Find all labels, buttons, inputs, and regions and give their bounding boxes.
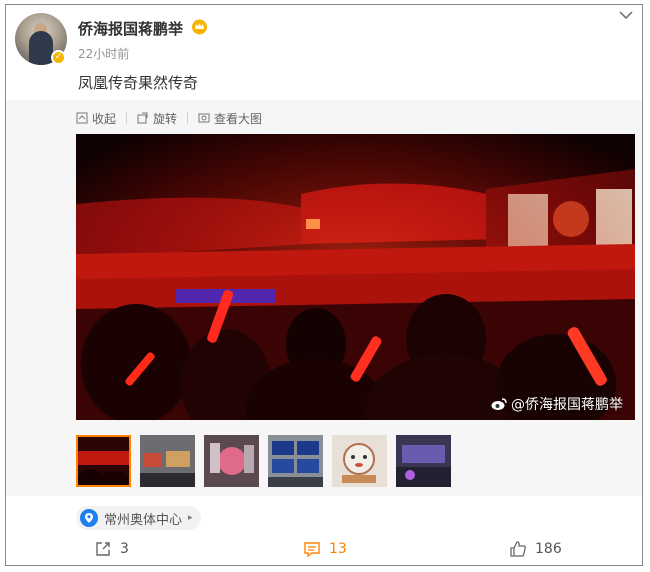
- chevron-down-icon[interactable]: [619, 10, 633, 20]
- like-count: 186: [535, 541, 562, 557]
- concert-photo[interactable]: @侨海报国蒋鹏举: [76, 134, 635, 420]
- media-area: 收起 旋转 查看大图 @侨海报国蒋鹏举: [6, 100, 642, 496]
- location-pin-icon: [80, 509, 98, 527]
- rotate-label: 旋转: [153, 111, 178, 126]
- collect-label: 收起: [92, 111, 117, 126]
- watermark: @侨海报国蒋鹏举: [491, 394, 623, 414]
- verified-badge-icon: ✓: [51, 50, 66, 65]
- rotate-button[interactable]: 旋转: [137, 110, 177, 127]
- toolbar-divider: [187, 112, 189, 124]
- collect-button[interactable]: 收起: [76, 110, 116, 127]
- toolbar-divider: [126, 112, 128, 124]
- location-tag[interactable]: 常州奥体中心 ▸: [76, 506, 201, 530]
- share-count: 3: [120, 541, 129, 557]
- comment-count: 13: [329, 541, 347, 557]
- share-button[interactable]: 3: [94, 540, 129, 558]
- collect-icon: [76, 112, 88, 124]
- location-name: 常州奥体中心: [104, 512, 183, 528]
- comment-icon: [304, 542, 320, 558]
- chevron-right-icon: ▸: [188, 513, 193, 523]
- post-time[interactable]: 22小时前: [78, 45, 129, 62]
- avatar-body: [29, 31, 53, 65]
- view-large-icon: [198, 113, 210, 123]
- thumbnail-3[interactable]: [204, 435, 259, 487]
- weibo-post-card: ✓ 侨海报国蒋鹏举 22小时前 凤凰传奇果然传奇 收起 旋转 查看大图 @侨海报…: [5, 4, 643, 566]
- watermark-text: @侨海报国蒋鹏举: [511, 397, 623, 413]
- post-text: 凤凰传奇果然传奇: [78, 74, 199, 92]
- like-icon: [510, 541, 526, 557]
- concert-photo-art: [76, 134, 635, 420]
- crown-icon: [192, 19, 207, 35]
- image-toolbar: 收起 旋转 查看大图: [76, 109, 262, 127]
- thumbnail-4[interactable]: [268, 435, 323, 487]
- comment-button[interactable]: 13: [303, 540, 347, 558]
- view-large-label: 查看大图: [214, 111, 263, 126]
- view-large-button[interactable]: 查看大图: [198, 110, 262, 127]
- thumbnail-2[interactable]: [140, 435, 195, 487]
- share-icon: [96, 542, 110, 556]
- like-button[interactable]: 186: [509, 540, 562, 558]
- weibo-logo-icon: [491, 398, 507, 410]
- thumbnail-6[interactable]: [396, 435, 451, 487]
- thumbnail-1[interactable]: [76, 435, 131, 487]
- rotate-icon: [137, 112, 148, 124]
- thumbnail-5[interactable]: [332, 435, 387, 487]
- author-name[interactable]: 侨海报国蒋鹏举: [78, 18, 183, 39]
- thumbnail-strip: [76, 435, 451, 487]
- action-bar: 3 13 186: [6, 535, 642, 565]
